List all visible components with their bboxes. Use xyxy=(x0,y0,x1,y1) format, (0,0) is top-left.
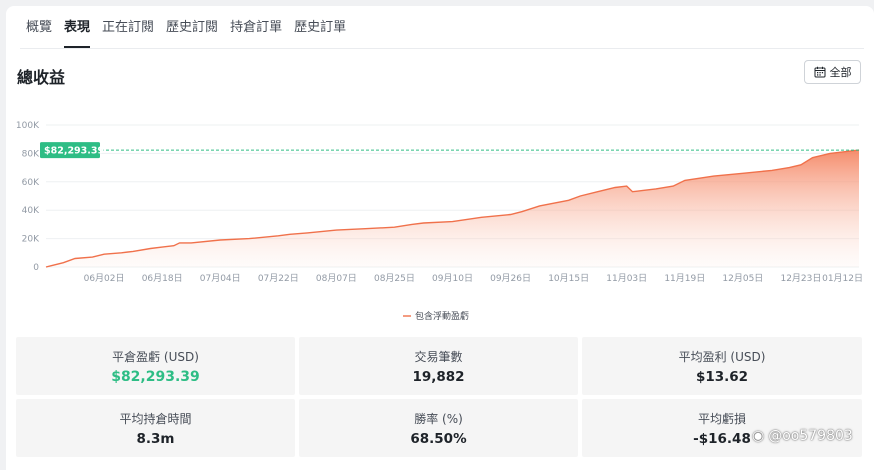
section-title: 總收益 xyxy=(17,68,66,87)
reference-badge: $82,293.39 xyxy=(40,142,104,159)
watermark-text: @oo579803 xyxy=(768,428,853,444)
y-tick-label: 60K xyxy=(22,178,40,188)
x-tick-label: 08月25日 xyxy=(374,273,415,284)
tab-performance[interactable]: 表現 xyxy=(58,18,96,48)
series-area xyxy=(46,150,859,267)
x-tick-label: 06月02日 xyxy=(84,273,125,284)
x-axis-labels: 06月02日 06月18日 07月04日 07月22日 08月07日 08月25日 09月1… xyxy=(84,273,863,284)
x-tick-label: 11月03日 xyxy=(606,273,647,284)
stat-label: 交易筆數 xyxy=(414,349,463,364)
stat-win-rate: 勝率 (%) 68.50% xyxy=(299,399,578,457)
tab-active-subscriptions[interactable]: 正在訂閱 xyxy=(96,18,160,48)
performance-card: 概覽 表現 正在訂閱 歷史訂閱 持倉訂單 歷史訂單 總收益 全部 0 20K 4… xyxy=(6,6,874,470)
x-tick-label: 07月22日 xyxy=(258,273,299,284)
reference-badge-label: $82,293.39 xyxy=(44,146,104,157)
date-range-button[interactable]: 全部 xyxy=(804,60,861,84)
y-tick-label: 20K xyxy=(22,235,40,245)
stat-value: $13.62 xyxy=(695,368,749,385)
stat-value: 68.50% xyxy=(410,430,467,447)
x-tick-label: 07月04日 xyxy=(200,273,241,284)
x-tick-label: 06月18日 xyxy=(142,273,183,284)
tab-subscription-history[interactable]: 歷史訂閱 xyxy=(160,18,224,48)
y-tick-label: 80K xyxy=(22,149,40,159)
x-tick-label: 12月05日 xyxy=(722,273,763,284)
y-tick-label: 40K xyxy=(22,206,40,216)
stats-grid: 平倉盈虧 (USD) $82,293.39 交易筆數 19,882 平均盈利 (… xyxy=(16,337,864,457)
tab-divider xyxy=(20,48,864,49)
stat-avg-hold-time: 平均持倉時間 8.3m xyxy=(16,399,295,457)
x-tick-label: 11月19日 xyxy=(664,273,705,284)
x-tick-label: 09月26日 xyxy=(490,273,531,284)
legend-label: 包含浮動盈虧 xyxy=(415,310,469,322)
watermark: ◉ @oo579803 xyxy=(752,428,853,444)
x-tick-label: 08月07日 xyxy=(316,273,357,284)
x-tick-label: 01月12日 xyxy=(822,273,863,284)
stat-closed-pnl: 平倉盈虧 (USD) $82,293.39 xyxy=(16,337,295,395)
stat-label: 平均盈利 (USD) xyxy=(678,349,766,364)
x-tick-label: 10月15日 xyxy=(548,273,589,284)
stat-label: 勝率 (%) xyxy=(414,411,463,426)
chart-legend: 包含浮動盈虧 xyxy=(403,310,469,322)
y-tick-label: 0 xyxy=(33,263,39,273)
stat-value: -$16.48 xyxy=(693,430,751,447)
stat-value: 19,882 xyxy=(412,368,465,385)
calendar-icon xyxy=(814,66,825,78)
tab-open-positions[interactable]: 持倉訂單 xyxy=(224,18,288,48)
weibo-icon: ◉ xyxy=(752,428,765,444)
stat-value: $82,293.39 xyxy=(111,368,200,385)
stat-label: 平倉盈虧 (USD) xyxy=(112,349,199,364)
date-range-label: 全部 xyxy=(829,66,852,79)
y-axis-labels: 0 20K 40K 60K 80K 100K xyxy=(16,121,40,273)
tab-overview[interactable]: 概覽 xyxy=(20,18,58,48)
stat-value: 8.3m xyxy=(136,430,175,447)
y-tick-label: 100K xyxy=(16,121,40,131)
x-tick-label: 09月10日 xyxy=(432,273,473,284)
tab-order-history[interactable]: 歷史訂單 xyxy=(288,18,352,48)
stat-label: 平均持倉時間 xyxy=(119,411,192,426)
total-pnl-chart: 0 20K 40K 60K 80K 100K 06月02日 06月18日 07月04日 07月2… xyxy=(16,121,863,322)
stat-trade-count: 交易筆數 19,882 xyxy=(299,337,578,395)
stat-avg-profit: 平均盈利 (USD) $13.62 xyxy=(582,337,862,395)
x-tick-label: 12月23日 xyxy=(780,273,821,284)
stat-label: 平均虧損 xyxy=(697,411,746,426)
